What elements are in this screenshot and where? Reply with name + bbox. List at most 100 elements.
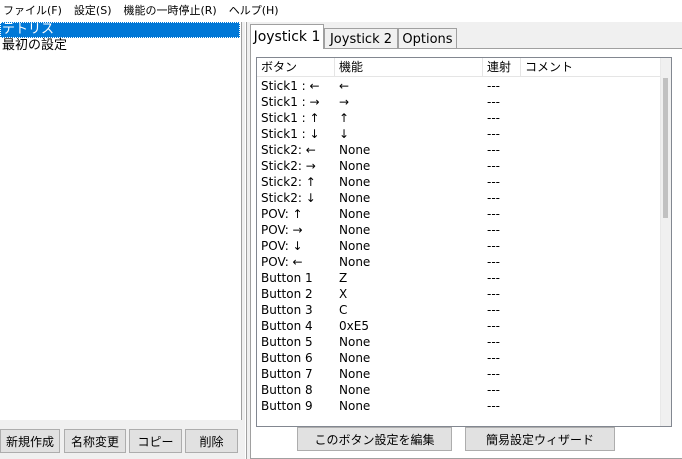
cell-button: POV: ↓ (261, 239, 303, 253)
table-row[interactable]: Button 5 None --- (257, 334, 662, 350)
cell-repeat: --- (487, 191, 500, 205)
cell-repeat: --- (487, 319, 500, 333)
table-row[interactable]: Stick2: → None --- (257, 158, 662, 174)
table-row[interactable]: Button 8 None --- (257, 382, 662, 398)
menu-bar: ファイル(F) 設定(S) 機能の一時停止(R) ヘルプ(H) (0, 0, 682, 22)
cell-function: None (339, 191, 371, 205)
profile-item-first-setting[interactable]: 最初の設定 (0, 38, 240, 54)
table-row[interactable]: Button 4 0xE5 --- (257, 318, 662, 334)
cell-button: Button 8 (261, 383, 313, 397)
cell-repeat: --- (487, 287, 500, 301)
table-row[interactable]: Stick1 : → → --- (257, 94, 662, 110)
cell-function: X (339, 287, 348, 301)
table-row[interactable]: Stick1 : ← ← --- (257, 78, 662, 94)
list-header: ボタン 機能 連射 コメント (257, 58, 662, 77)
cell-function: None (339, 159, 371, 173)
table-row[interactable]: Stick1 : ↑ ↑ --- (257, 110, 662, 126)
cell-function: None (339, 399, 371, 413)
cell-function: None (339, 383, 371, 397)
cell-button: Stick2: → (261, 159, 316, 173)
cell-function: None (339, 223, 371, 237)
scrollbar-thumb[interactable] (663, 78, 668, 218)
cell-function: None (339, 207, 371, 221)
table-row[interactable]: Stick2: ↑ None --- (257, 174, 662, 190)
cell-function: None (339, 239, 371, 253)
cell-button: Stick2: ← (261, 143, 316, 157)
cell-function: None (339, 367, 371, 381)
cell-button: Button 7 (261, 367, 313, 381)
table-row[interactable]: POV: ↓ None --- (257, 238, 662, 254)
cell-button: Stick1 : ← (261, 79, 320, 93)
table-row[interactable]: Stick2: ↓ None --- (257, 190, 662, 206)
cell-function: ↑ (339, 111, 350, 125)
table-row[interactable]: Button 3 C --- (257, 302, 662, 318)
copy-profile-button[interactable]: コピー (129, 429, 182, 453)
column-header-repeat[interactable]: 連射 (483, 58, 521, 76)
edit-button-setting-button[interactable]: このボタン設定を編集 (297, 427, 452, 451)
cell-button: POV: ↑ (261, 207, 303, 221)
tab-strip: Joystick 1 Joystick 2 Options (250, 24, 682, 49)
cell-repeat: --- (487, 351, 500, 365)
cell-function: → (339, 95, 350, 109)
cell-repeat: --- (487, 175, 500, 189)
cell-repeat: --- (487, 207, 500, 221)
cell-button: Button 4 (261, 319, 313, 333)
cell-function: Z (339, 271, 348, 285)
delete-profile-button[interactable]: 削除 (185, 429, 238, 453)
new-profile-button[interactable]: 新規作成 (0, 429, 60, 453)
cell-function: None (339, 255, 371, 269)
cell-repeat: --- (487, 399, 500, 413)
cell-function: C (339, 303, 348, 317)
tab-joystick-2[interactable]: Joystick 2 (324, 28, 398, 49)
cell-button: Button 6 (261, 351, 313, 365)
table-row[interactable]: Stick1 : ↓ ↓ --- (257, 126, 662, 142)
cell-repeat: --- (487, 255, 500, 269)
splitter[interactable] (245, 22, 247, 459)
cell-function: ← (339, 79, 350, 93)
cell-repeat: --- (487, 111, 500, 125)
cell-function: 0xE5 (339, 319, 369, 333)
column-header-function[interactable]: 機能 (335, 58, 483, 76)
setup-wizard-button[interactable]: 簡易設定ウィザード (465, 427, 615, 451)
cell-repeat: --- (487, 271, 500, 285)
rename-profile-button[interactable]: 名称変更 (64, 429, 126, 453)
cell-function: None (339, 175, 371, 189)
tab-joystick-1[interactable]: Joystick 1 (250, 24, 324, 49)
table-row[interactable]: Button 7 None --- (257, 366, 662, 382)
cell-button: Button 2 (261, 287, 313, 301)
table-row[interactable]: POV: ← None --- (257, 254, 662, 270)
menu-pause[interactable]: 機能の一時停止(R) (120, 0, 225, 22)
vertical-scrollbar[interactable] (660, 58, 671, 426)
cell-button: Button 3 (261, 303, 313, 317)
tab-panel: ボタン 機能 連射 コメント Stick1 : ← ← --- Stick1 : → →… (250, 48, 682, 459)
table-row[interactable]: POV: ↑ None --- (257, 206, 662, 222)
cell-button: POV: → (261, 223, 303, 237)
cell-function: ↓ (339, 127, 350, 141)
cell-button: Stick2: ↓ (261, 191, 316, 205)
cell-button: Stick1 : → (261, 95, 320, 109)
cell-button: POV: ← (261, 255, 303, 269)
cell-button: Stick1 : ↑ (261, 111, 320, 125)
menu-file[interactable]: ファイル(F) (0, 0, 70, 22)
menu-help[interactable]: ヘルプ(H) (225, 0, 287, 22)
profile-list[interactable]: テトリス 最初の設定 (0, 22, 242, 420)
profile-button-bar: 新規作成 名称変更 コピー 削除 (0, 429, 242, 453)
table-row[interactable]: POV: → None --- (257, 222, 662, 238)
button-mapping-list[interactable]: ボタン 機能 連射 コメント Stick1 : ← ← --- Stick1 : → →… (256, 57, 672, 427)
tab-options[interactable]: Options (398, 28, 457, 49)
column-header-button[interactable]: ボタン (257, 58, 335, 76)
table-row[interactable]: Stick2: ← None --- (257, 142, 662, 158)
table-row[interactable]: Button 6 None --- (257, 350, 662, 366)
table-row[interactable]: Button 2 X --- (257, 286, 662, 302)
cell-repeat: --- (487, 79, 500, 93)
table-row[interactable]: Button 1 Z --- (257, 270, 662, 286)
cell-repeat: --- (487, 159, 500, 173)
column-header-comment[interactable]: コメント (521, 58, 662, 76)
cell-repeat: --- (487, 383, 500, 397)
cell-function: None (339, 143, 371, 157)
list-body: Stick1 : ← ← --- Stick1 : → → --- Stick1 : ↑ ↑ -… (257, 78, 662, 414)
table-row[interactable]: Button 9 None --- (257, 398, 662, 414)
profile-item-tetris[interactable]: テトリス (0, 22, 240, 38)
menu-settings[interactable]: 設定(S) (70, 0, 120, 22)
cell-repeat: --- (487, 367, 500, 381)
